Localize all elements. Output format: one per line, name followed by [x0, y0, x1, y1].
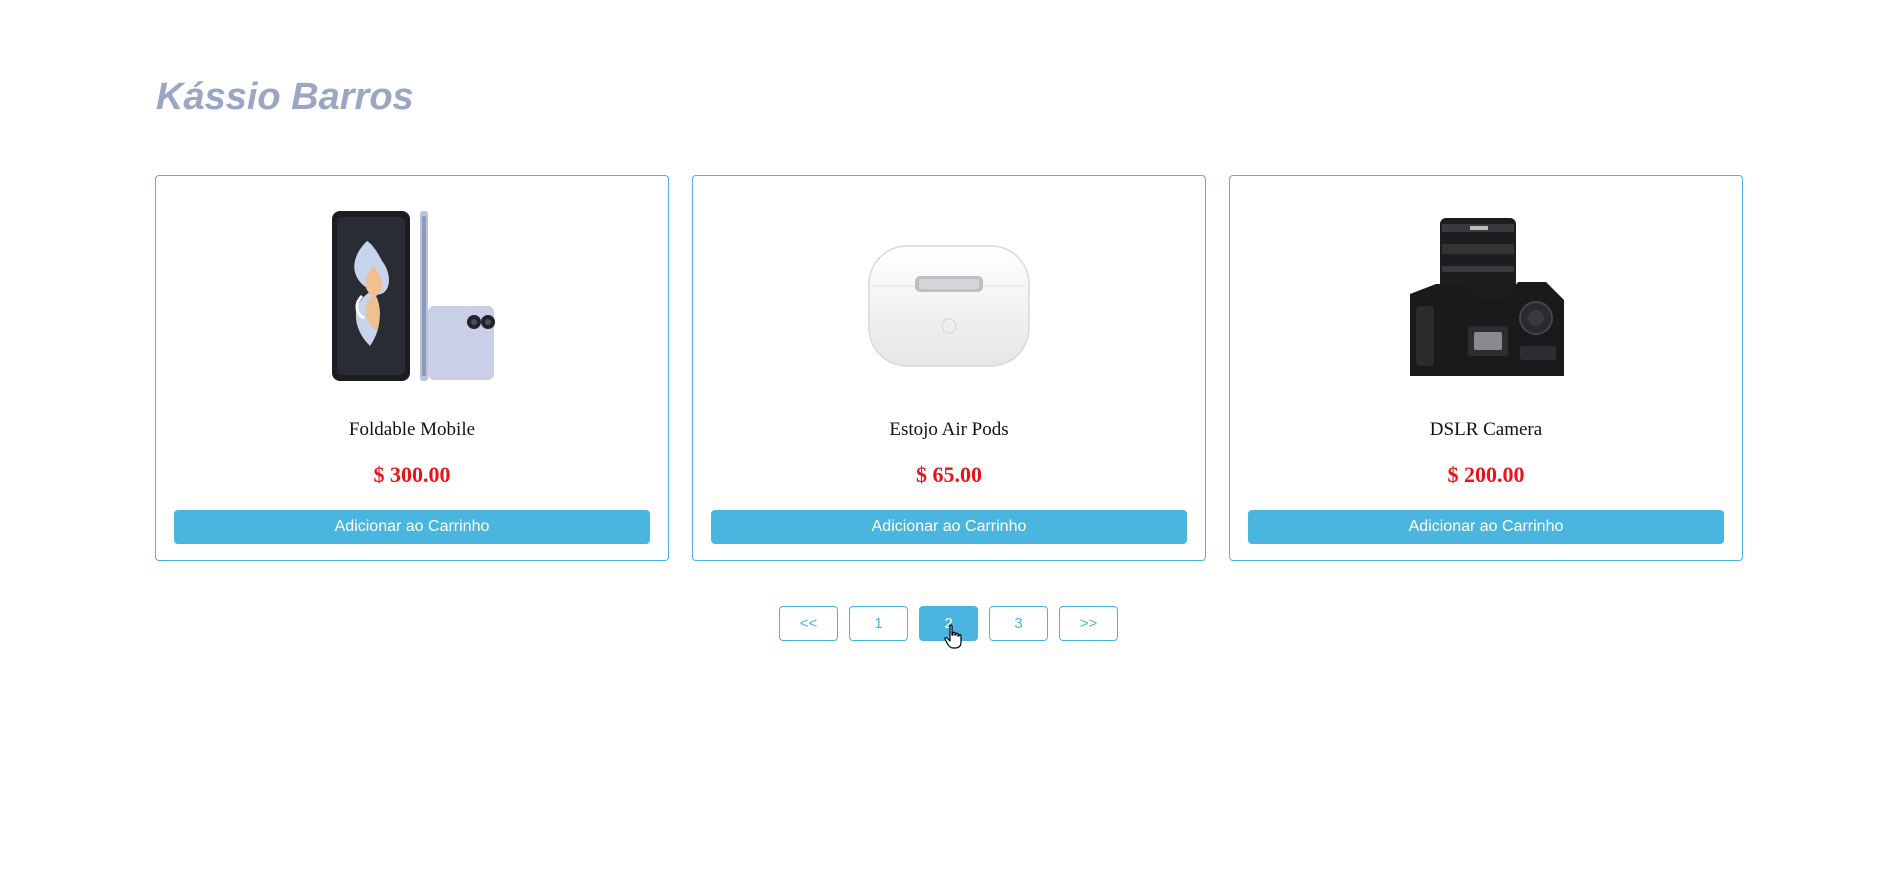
product-price: $ 200.00 — [1447, 462, 1525, 487]
page-button-1[interactable]: 1 — [849, 606, 908, 641]
next-page-button[interactable]: >> — [1059, 606, 1118, 641]
site-title: Kássio Barros — [156, 76, 414, 118]
product-card: Estojo Air Pods $ 65.00 Adicionar ao Car… — [692, 175, 1206, 561]
product-name: DSLR Camera — [1429, 419, 1543, 440]
product-price: $ 65.00 — [916, 462, 982, 487]
add-to-cart-button[interactable]: Adicionar ao Carrinho — [174, 510, 650, 544]
add-to-cart-button[interactable]: Adicionar ao Carrinho — [1248, 510, 1724, 544]
page-button-3[interactable]: 3 — [989, 606, 1048, 641]
earbuds-case-icon — [868, 245, 1030, 367]
camera-icon — [1410, 218, 1564, 376]
product-card: Foldable Mobile $ 300.00 Adicionar ao Ca… — [155, 175, 669, 561]
foldable-phone-icon — [332, 211, 495, 381]
product-name: Foldable Mobile — [348, 419, 476, 440]
product-card: DSLR Camera $ 200.00 Adicionar ao Carrin… — [1229, 175, 1743, 561]
product-grid: Foldable Mobile $ 300.00 Adicionar ao Ca… — [155, 175, 1743, 561]
product-name: Estojo Air Pods — [889, 419, 1009, 440]
add-to-cart-button[interactable]: Adicionar ao Carrinho — [711, 510, 1187, 544]
page: Kássio Barros Foldable Mobile $ 300.00 A… — [0, 0, 1887, 881]
product-price: $ 300.00 — [373, 462, 451, 487]
prev-page-button[interactable]: << — [779, 606, 838, 641]
pagination: << 1 2 3 >> — [779, 606, 1118, 641]
page-button-2[interactable]: 2 — [919, 606, 978, 641]
